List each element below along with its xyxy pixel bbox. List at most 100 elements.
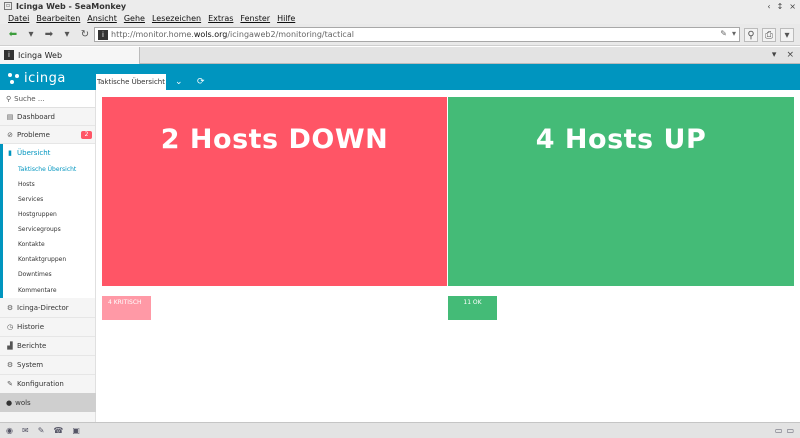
window-title: Icinga Web - SeaMonkey bbox=[16, 1, 127, 11]
navigation-toolbar: ⬅ ▾ ➡ ▾ ↻ ⊘ i http://monitor.home.wols.o… bbox=[0, 24, 800, 46]
sidebar-subitem-tactical[interactable]: Taktische Übersicht bbox=[3, 162, 95, 177]
overview-icon: ▮ bbox=[8, 149, 12, 157]
sidebar-subitem-services[interactable]: Services bbox=[3, 192, 95, 207]
mail-icon[interactable]: ✉ bbox=[22, 426, 29, 435]
forward-history-icon[interactable]: ▾ bbox=[60, 28, 74, 42]
addressbook-icon[interactable]: ☎ bbox=[53, 426, 63, 435]
user-name: wols bbox=[15, 398, 31, 407]
window-controls: ‹ ↕ × bbox=[767, 2, 796, 11]
composer-icon[interactable]: ✎ bbox=[38, 426, 45, 435]
close-tab-icon[interactable]: × bbox=[786, 50, 794, 60]
sidebar-subitem-downtimes[interactable]: Downtimes bbox=[3, 267, 95, 282]
url-text[interactable]: http://monitor.home.wols.org/icingaweb2/… bbox=[111, 30, 354, 39]
sidebar-item-reports[interactable]: ▟ Berichte bbox=[0, 337, 95, 356]
refresh-icon[interactable]: ⟳ bbox=[197, 77, 205, 87]
menu-help[interactable]: Hilfe bbox=[277, 14, 295, 23]
system-icon: ⚙ bbox=[6, 361, 14, 369]
search-placeholder: Suche ... bbox=[14, 94, 45, 103]
sidebar-item-problems[interactable]: ⊘ Probleme 2 bbox=[0, 126, 95, 144]
user-icon: ● bbox=[6, 398, 13, 407]
sidebar-item-label: Übersicht bbox=[17, 149, 51, 157]
overview-group: ▮ Übersicht Taktische Übersicht Hosts Se… bbox=[0, 144, 95, 298]
nav-right-tools: ⚲ ⎙ ▾ bbox=[744, 28, 794, 42]
tab-favicon-icon: i bbox=[4, 50, 14, 60]
hosts-down-tile[interactable]: 2 Hosts DOWN bbox=[102, 97, 447, 286]
sidebar-item-system[interactable]: ⚙ System bbox=[0, 356, 95, 375]
icinga-logo[interactable]: icinga bbox=[8, 71, 66, 86]
url-domain: wols.org bbox=[193, 30, 228, 39]
history-icon: ◷ bbox=[6, 323, 14, 331]
sidebar-item-label: Dashboard bbox=[17, 112, 55, 121]
sidebar-subitem-servicegroups[interactable]: Servicegroups bbox=[3, 222, 95, 237]
icinga-logo-icon bbox=[8, 72, 20, 85]
minimize-button[interactable]: ‹ bbox=[767, 2, 770, 11]
ok-services-chip[interactable]: 11 OK bbox=[448, 296, 497, 320]
search-icon: ⚲ bbox=[6, 94, 12, 103]
sidebar-subitem-comments[interactable]: Kommentare bbox=[3, 282, 95, 298]
menu-tools[interactable]: Extras bbox=[208, 14, 233, 23]
user-menu[interactable]: ● wols bbox=[0, 393, 96, 412]
reports-icon: ▟ bbox=[7, 342, 13, 350]
close-window-button[interactable]: × bbox=[789, 2, 796, 11]
overflow-icon[interactable]: ▾ bbox=[780, 28, 794, 42]
sidebar-item-label: Berichte bbox=[17, 342, 47, 350]
sidebar-subitem-hosts[interactable]: Hosts bbox=[3, 177, 95, 192]
logo-text: icinga bbox=[24, 71, 66, 86]
problems-count-badge: 2 bbox=[81, 131, 92, 139]
wrench-icon: ✎ bbox=[7, 380, 13, 388]
window-menu-icon[interactable]: ▫ bbox=[4, 2, 12, 10]
bookmark-icon[interactable]: ✎ bbox=[720, 29, 727, 38]
tab-tactical-overview[interactable]: Taktische Übersicht bbox=[96, 74, 166, 90]
sidebar-subitem-hostgroups[interactable]: Hostgruppen bbox=[3, 207, 95, 222]
sidebar-item-overview[interactable]: ▮ Übersicht bbox=[3, 144, 95, 162]
tactical-overview-content: 2 Hosts DOWN 4 Hosts UP 4 KRITISCH 11 OK bbox=[96, 90, 800, 422]
menu-edit[interactable]: Bearbeiten bbox=[36, 14, 80, 23]
sidebar-subitem-contacts[interactable]: Kontakte bbox=[3, 237, 95, 252]
print-icon[interactable]: ⎙ bbox=[762, 28, 776, 42]
menu-bookmarks[interactable]: Lesezeichen bbox=[152, 14, 201, 23]
menu-window[interactable]: Fenster bbox=[240, 14, 270, 23]
hosts-up-label: 4 Hosts UP bbox=[535, 124, 707, 155]
browser-tab[interactable]: i Icinga Web bbox=[0, 46, 140, 64]
menu-go[interactable]: Gehe bbox=[124, 14, 145, 23]
search-icon[interactable]: ⚲ bbox=[744, 28, 758, 42]
sidebar-item-dashboard[interactable]: ▤ Dashboard bbox=[0, 108, 95, 126]
url-bar-tools: ✎ ▾ bbox=[720, 29, 736, 38]
chevron-down-icon[interactable]: ⌄ bbox=[175, 77, 183, 87]
menu-file[interactable]: Datei bbox=[8, 14, 29, 23]
window-titlebar: ▫ Icinga Web - SeaMonkey ‹ ↕ × bbox=[0, 0, 800, 12]
critical-services-chip[interactable]: 4 KRITISCH bbox=[102, 296, 151, 320]
tab-list-icon[interactable]: ▾ bbox=[772, 50, 777, 60]
back-history-icon[interactable]: ▾ bbox=[24, 28, 38, 42]
url-bar[interactable]: i http://monitor.home.wols.org/icingaweb… bbox=[94, 27, 740, 42]
menu-view[interactable]: Ansicht bbox=[87, 14, 117, 23]
tab-controls: ▾ × bbox=[772, 50, 794, 60]
dashboard-icon: ▤ bbox=[6, 112, 14, 121]
sidebar-item-label: Konfiguration bbox=[17, 380, 64, 388]
search-input[interactable]: ⚲ Suche ... bbox=[0, 90, 95, 108]
sidebar-subitem-contactgroups[interactable]: Kontaktgruppen bbox=[3, 252, 95, 267]
online-status-icon[interactable]: ▭ bbox=[786, 426, 794, 435]
browser-icon[interactable]: ◉ bbox=[6, 426, 13, 435]
status-bar: ◉ ✉ ✎ ☎ ▣ ▭ ▭ bbox=[0, 422, 800, 438]
hosts-down-label: 2 Hosts DOWN bbox=[160, 124, 389, 155]
chat-icon[interactable]: ▣ bbox=[72, 426, 80, 435]
forward-button[interactable]: ➡ bbox=[42, 28, 56, 42]
reload-icon[interactable]: ↻ bbox=[78, 28, 92, 42]
hosts-up-tile[interactable]: 4 Hosts UP bbox=[448, 97, 794, 286]
problems-icon: ⊘ bbox=[7, 130, 13, 139]
url-dropdown-icon[interactable]: ▾ bbox=[732, 29, 736, 38]
back-button[interactable]: ⬅ bbox=[6, 28, 20, 42]
security-icon[interactable]: ▭ bbox=[775, 426, 783, 435]
sidebar-item-history[interactable]: ◷ Historie bbox=[0, 318, 95, 337]
sidebar-item-label: Probleme bbox=[17, 130, 50, 139]
sidebar-item-configuration[interactable]: ✎ Konfiguration bbox=[0, 375, 95, 394]
browser-tab-label: Icinga Web bbox=[18, 50, 63, 60]
sidebar-item-label: Historie bbox=[17, 323, 45, 331]
status-right-icons: ▭ ▭ bbox=[775, 426, 794, 435]
sidebar-item-label: System bbox=[17, 361, 44, 369]
sidebar-item-director[interactable]: ⚙ Icinga-Director bbox=[0, 298, 95, 318]
site-favicon-icon: i bbox=[98, 29, 108, 40]
maximize-button[interactable]: ↕ bbox=[777, 2, 784, 11]
browser-tab-bar: i Icinga Web ▾ × bbox=[0, 46, 800, 64]
